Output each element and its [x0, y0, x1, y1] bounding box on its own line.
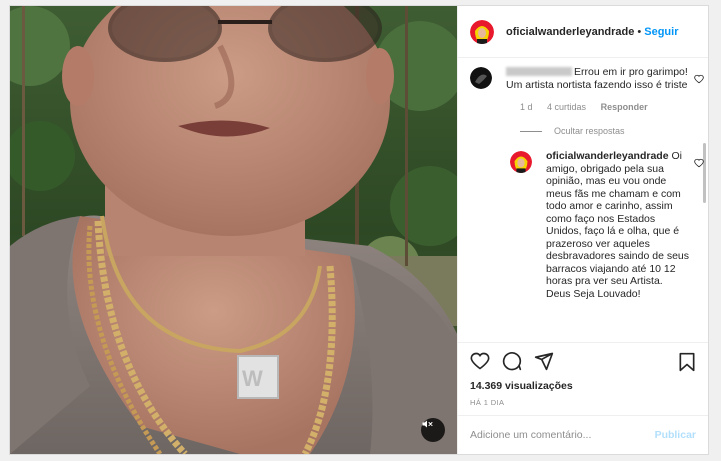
comment-likes[interactable]: 4 curtidas: [547, 102, 586, 112]
follow-button[interactable]: Seguir: [644, 26, 678, 38]
comment-meta: 1 d 4 curtidas Responder: [520, 102, 690, 112]
reply-text: Oi amigo, obrigado pela sua opinião, mas…: [546, 150, 690, 300]
heart-icon: [694, 158, 704, 168]
post-header: oficialwanderleyandrade • Seguir: [458, 6, 708, 58]
reply-body: oficialwanderleyandrade Oi amigo, obriga…: [546, 150, 690, 300]
header-separator: •: [637, 25, 642, 38]
reply-button[interactable]: Responder: [601, 102, 648, 112]
paper-plane-icon: [534, 352, 554, 370]
reply-author-avatar[interactable]: [510, 151, 532, 173]
author-username[interactable]: oficialwanderleyandrade: [506, 26, 634, 38]
blurred-username: [506, 67, 572, 76]
post-video[interactable]: W: [10, 6, 457, 454]
commenter-avatar[interactable]: [470, 67, 492, 89]
bookmark-icon: [679, 352, 695, 372]
hide-replies-button[interactable]: Ocultar respostas: [520, 126, 690, 136]
heart-icon: [470, 352, 490, 370]
save-button[interactable]: [678, 352, 696, 377]
comment-body: Errou em ir pro garimpo! Um artista nort…: [506, 66, 690, 91]
video-frame: W: [10, 6, 457, 454]
heart-icon: [694, 74, 704, 84]
comment-time: 1 d: [520, 102, 533, 112]
divider-line: [520, 130, 542, 132]
instagram-post-modal: W oficialwanderleyandrade • Seguir Errou…: [9, 5, 709, 455]
post-date: HÁ 1 DIA: [470, 398, 505, 407]
muted-speaker-icon: [422, 420, 433, 428]
reply-username[interactable]: oficialwanderleyandrade: [546, 150, 669, 162]
reply-item: oficialwanderleyandrade Oi amigo, obriga…: [510, 150, 704, 300]
scrollbar-thumb[interactable]: [703, 143, 706, 203]
post-sidebar: oficialwanderleyandrade • Seguir Errou e…: [457, 6, 708, 454]
author-avatar[interactable]: [470, 19, 494, 44]
comment-item: Errou em ir pro garimpo! Um artista nort…: [470, 66, 704, 91]
mute-toggle-button[interactable]: [421, 418, 445, 442]
svg-text:W: W: [242, 366, 263, 391]
publish-button[interactable]: Publicar: [655, 429, 696, 441]
comment-bubble-icon: [502, 351, 522, 370]
comment-composer: Publicar: [458, 415, 708, 454]
reply-like-button[interactable]: [694, 155, 704, 173]
view-count[interactable]: 14.369 visualizações: [458, 378, 708, 392]
comments-list[interactable]: Errou em ir pro garimpo! Um artista nort…: [458, 58, 708, 342]
like-button[interactable]: [470, 351, 490, 371]
post-actions: [458, 342, 708, 378]
hide-replies-label: Ocultar respostas: [554, 126, 625, 136]
comment-button[interactable]: [502, 351, 522, 371]
share-button[interactable]: [534, 351, 554, 371]
comment-input[interactable]: [470, 429, 655, 441]
comment-like-button[interactable]: [694, 71, 704, 89]
